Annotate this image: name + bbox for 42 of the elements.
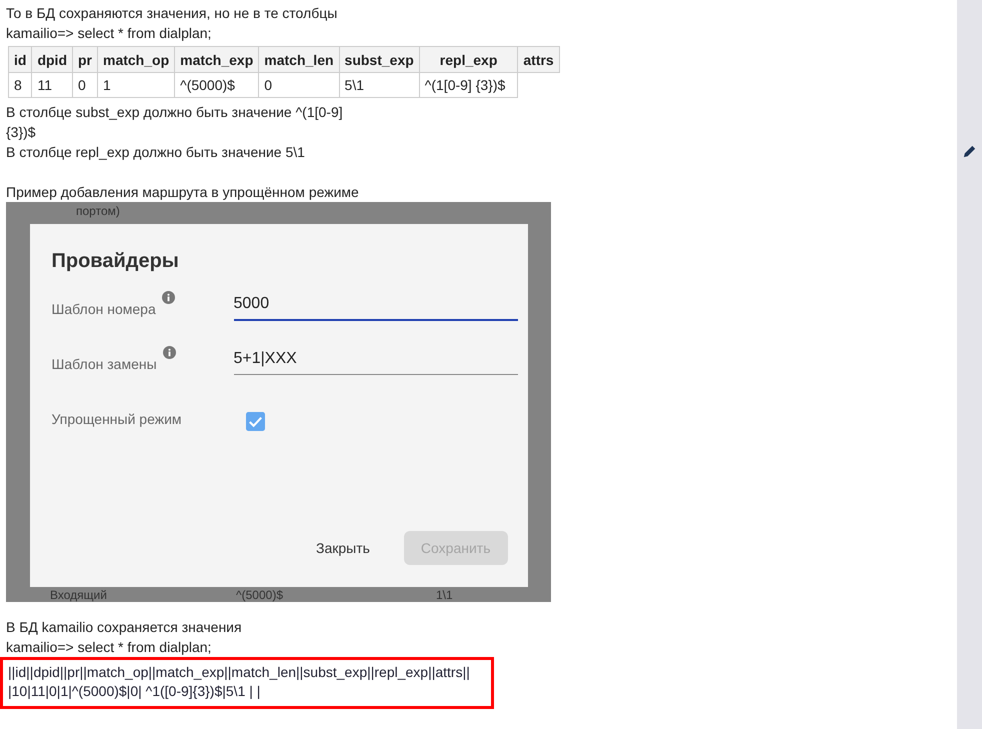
table-cell: 0 bbox=[72, 72, 98, 98]
field-label: Упрощенный режим bbox=[52, 411, 182, 427]
text-line: Пример добавления маршрута в упрощённом режиме bbox=[6, 183, 360, 202]
table-cell: 8 bbox=[8, 72, 32, 98]
background-text: 1\1 bbox=[436, 588, 453, 600]
column-header: repl_exp bbox=[419, 46, 518, 72]
table-cell: ^(5000)$ bbox=[174, 72, 259, 98]
field-label: Шаблон номера bbox=[52, 301, 156, 317]
table-cell: 11 bbox=[32, 72, 72, 98]
column-header: dpid bbox=[32, 46, 72, 72]
table-cell: 1 bbox=[98, 72, 175, 98]
text-line: То в БД сохраняются значения, но не в те столбцы bbox=[6, 4, 338, 23]
column-header: subst_exp bbox=[339, 46, 420, 72]
checkbox[interactable] bbox=[246, 412, 264, 431]
text-line: |10|11|0|1|^(5000)$|0| ^1([0-9]{3})$|5\1 | | bbox=[8, 682, 262, 701]
column-header: match_op bbox=[98, 46, 175, 72]
field-label: Шаблон замены bbox=[52, 356, 157, 372]
table-cell: 5\1 bbox=[339, 72, 420, 98]
text-line: В столбце subst_exp должно быть значение ^(1[0-9] bbox=[6, 103, 344, 122]
column-header: attrs bbox=[518, 46, 560, 72]
text-line: В столбце repl_exp должно быть значение 5\1 bbox=[6, 143, 306, 162]
text-line: ||id||dpid||pr||match_op||match_exp||match_len||subst_exp||repl_exp||attrs|| bbox=[8, 663, 471, 682]
edit-icon[interactable] bbox=[962, 144, 977, 159]
text-line: {3})$ bbox=[6, 123, 37, 142]
background-text: Входящий bbox=[50, 588, 108, 600]
background-text: портом) bbox=[76, 204, 120, 218]
background-text: ^(5000)$ bbox=[236, 588, 284, 600]
column-header: id bbox=[8, 46, 32, 72]
info-icon[interactable] bbox=[162, 346, 176, 359]
input-field[interactable]: 5+1|XXX bbox=[234, 342, 518, 375]
info-icon[interactable] bbox=[162, 291, 175, 304]
table-cell: 0 bbox=[258, 72, 340, 98]
table-cell: ^(1[0-9] {3})$ bbox=[419, 72, 518, 98]
dialog-title: Провайдеры bbox=[52, 250, 180, 273]
text-line: В БД kamailio сохраняется значения bbox=[6, 618, 243, 637]
column-header: match_exp bbox=[174, 46, 259, 72]
column-header: match_len bbox=[258, 46, 340, 72]
column-header: pr bbox=[72, 46, 98, 72]
input-field[interactable]: 5000 bbox=[234, 287, 518, 321]
text-line: kamailio=> select * from dialplan; bbox=[6, 24, 212, 43]
text-line: kamailio=> select * from dialplan; bbox=[6, 638, 212, 657]
text-button[interactable]: Закрыть bbox=[302, 531, 384, 565]
